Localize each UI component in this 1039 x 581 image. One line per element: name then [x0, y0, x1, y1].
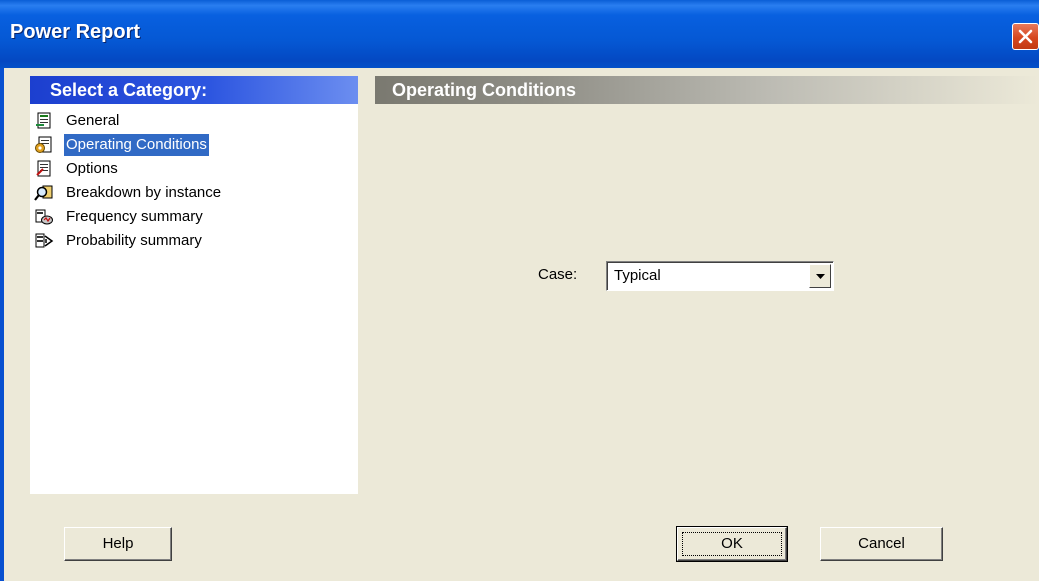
category-label: Options — [66, 160, 118, 177]
probability-icon — [34, 232, 54, 250]
magnifier-icon — [34, 184, 54, 202]
cancel-button[interactable]: Cancel — [820, 527, 943, 561]
category-label: Frequency summary — [66, 208, 203, 225]
ok-button[interactable]: OK — [676, 526, 788, 562]
category-item-probability-summary[interactable]: Probability summary — [30, 229, 358, 253]
close-icon — [1018, 29, 1033, 44]
category-list: Select a Category: General Operating Con… — [30, 76, 358, 494]
dropdown-arrow-button[interactable] — [809, 264, 831, 288]
category-item-operating-conditions[interactable]: Operating Conditions — [30, 133, 358, 157]
focus-rectangle — [682, 532, 782, 556]
case-dropdown-value: Typical — [614, 267, 661, 284]
category-label: General — [66, 112, 120, 129]
document-gear-icon — [34, 136, 54, 154]
title-bar[interactable]: Power Report — [0, 0, 1039, 68]
power-report-dialog: Power Report Select a Category: General — [0, 0, 1039, 581]
chart-icon — [34, 208, 54, 226]
close-button[interactable] — [1012, 23, 1039, 50]
case-dropdown[interactable]: Typical — [606, 261, 834, 291]
chevron-down-icon — [816, 274, 825, 279]
category-list-header: Select a Category: — [30, 76, 358, 104]
document-icon — [34, 112, 54, 130]
window-title: Power Report — [10, 21, 141, 43]
category-item-general[interactable]: General — [30, 109, 358, 133]
help-button[interactable]: Help — [64, 527, 172, 561]
category-item-breakdown-by-instance[interactable]: Breakdown by instance — [30, 181, 358, 205]
case-label: Case: — [538, 266, 578, 283]
category-label: Operating Conditions — [64, 134, 209, 156]
window-frame — [0, 68, 4, 581]
document-checklist-icon — [34, 160, 54, 178]
category-item-frequency-summary[interactable]: Frequency summary — [30, 205, 358, 229]
category-label: Probability summary — [66, 232, 202, 249]
category-label: Breakdown by instance — [66, 184, 222, 201]
category-item-options[interactable]: Options — [30, 157, 358, 181]
section-title: Operating Conditions — [375, 76, 1039, 104]
